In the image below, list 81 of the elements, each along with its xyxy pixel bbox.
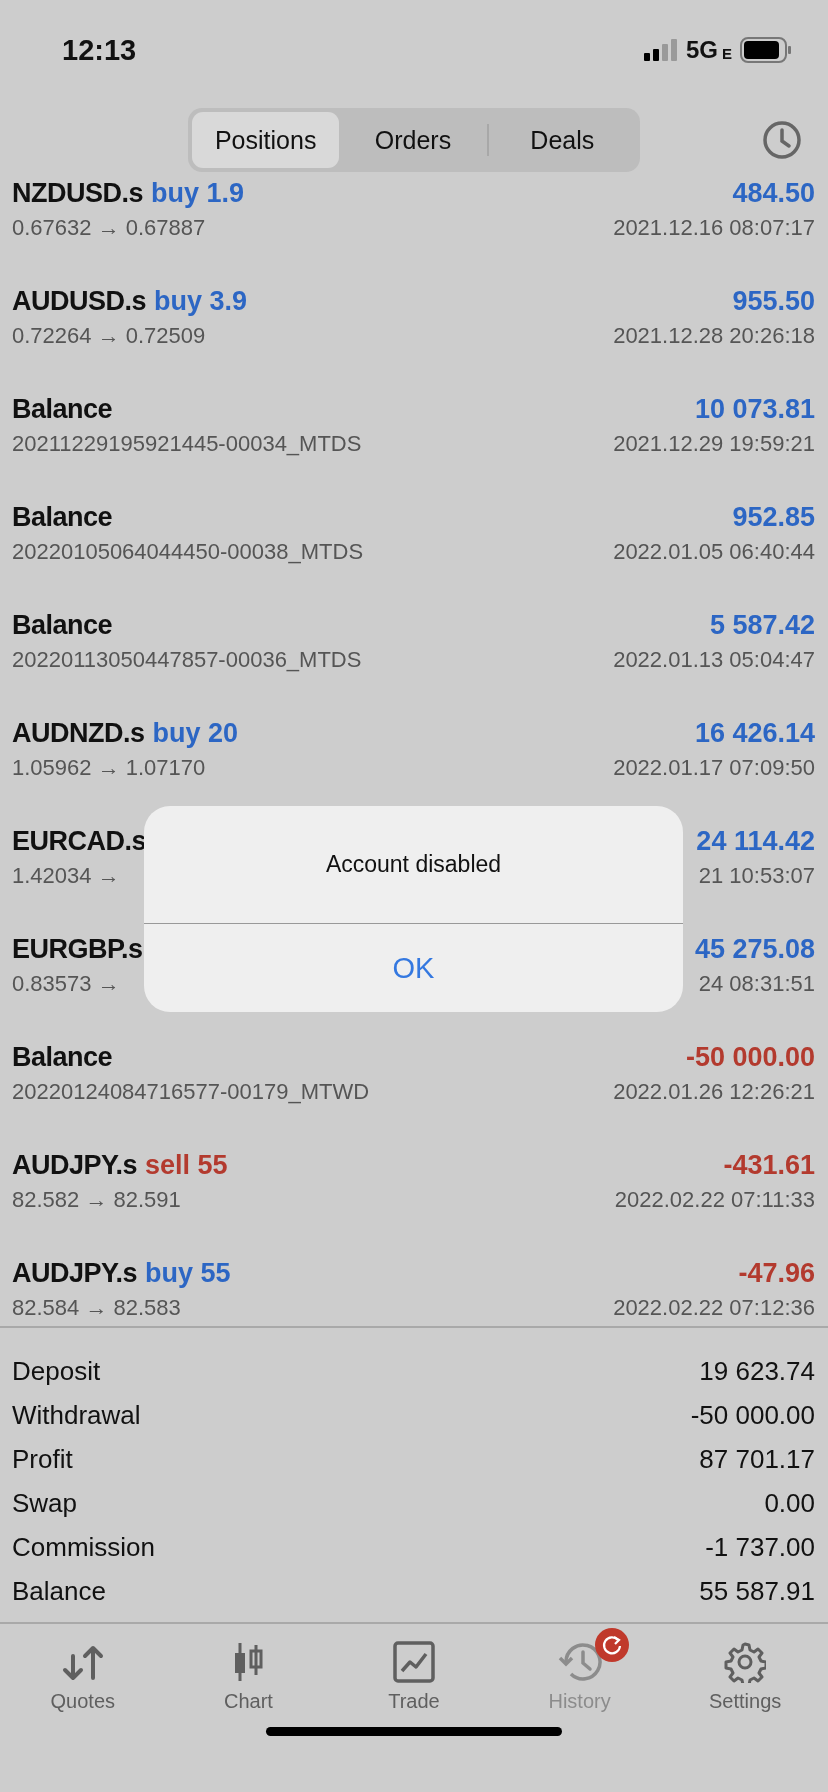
detail-text: 82.584 → 82.583 <box>12 1294 181 1321</box>
amount-value: 10 073.81 <box>694 393 815 425</box>
time-text: 21 10:53:07 <box>698 862 815 889</box>
detail-text: 0.72264 → 0.72509 <box>12 322 206 349</box>
symbol-label: Balance <box>12 609 113 641</box>
summary-label: Commission <box>12 1531 156 1563</box>
time-text: 2022.02.22 07:12:36 <box>613 1294 815 1321</box>
amount-value: 24 114.42 <box>696 825 815 857</box>
segment-tab[interactable]: Positions <box>192 112 340 168</box>
amount-value: 45 275.08 <box>694 933 815 965</box>
segment-tab[interactable]: Deals <box>488 112 636 168</box>
symbol-label: EURCAD.s <box>12 825 147 857</box>
clock-icon[interactable] <box>762 120 802 160</box>
detail-text: 0.67632 → 0.67887 <box>12 214 206 241</box>
symbol-label: Balance <box>12 1041 113 1073</box>
tab-bar-item[interactable]: Trade <box>331 1626 497 1717</box>
amount-value: -47.96 <box>738 1257 815 1289</box>
history-icon <box>556 1641 603 1683</box>
summary-label: Deposit <box>12 1355 101 1387</box>
symbol-label: NZDUSD.s <box>12 177 143 209</box>
amount-value: 484.50 <box>732 177 815 209</box>
summary-value: 19 623.74 <box>699 1355 815 1387</box>
detail-text: 0.83573 → <box>12 970 120 997</box>
trade-action: buy 3.9 <box>154 285 248 317</box>
tab-bar-item[interactable]: History <box>496 1626 663 1717</box>
time-text: 2021.12.16 08:07:17 <box>613 214 815 241</box>
line-chart-icon <box>393 1641 435 1683</box>
detail-text: 20220105064044450-00038_MTDS <box>12 538 364 565</box>
summary-label: Withdrawal <box>12 1399 141 1431</box>
amount-value: 16 426.14 <box>694 717 815 749</box>
symbol-label: AUDJPY.s <box>12 1257 138 1289</box>
detail-text: 20220113050447857-00036_MTDS <box>12 646 362 673</box>
time-text: 2022.01.13 05:04:47 <box>613 646 815 673</box>
summary-value: 0.00 <box>764 1487 815 1519</box>
summary-value: -50 000.00 <box>690 1399 815 1431</box>
summary-label: Balance <box>12 1575 106 1607</box>
time-text: 2021.12.28 20:26:18 <box>613 322 815 349</box>
time-text: 2022.01.05 06:40:44 <box>613 538 815 565</box>
symbol-label: EURGBP.s <box>12 933 143 965</box>
trade-action: buy 55 <box>145 1257 231 1289</box>
symbol-label: Balance <box>12 501 113 533</box>
detail-text: 1.05962 → 1.07170 <box>12 754 206 781</box>
dialog-message: Account disabled <box>144 806 683 924</box>
status-time: 12:13 <box>62 33 137 67</box>
tab-bar-item[interactable]: Quotes <box>0 1626 166 1717</box>
time-text: 24 08:31:51 <box>698 970 815 997</box>
trade-action: buy 1.9 <box>151 177 245 209</box>
summary-value: -1 737.00 <box>705 1531 815 1563</box>
trade-action: sell 55 <box>145 1149 228 1181</box>
symbol-label: AUDUSD.s <box>12 285 147 317</box>
detail-text: 20220124084716577-00179_MTWD <box>12 1078 370 1105</box>
symbol-label: AUDJPY.s <box>12 1149 138 1181</box>
segment-tab[interactable]: Orders <box>339 112 487 168</box>
symbol-label: AUDNZD.s <box>12 717 145 749</box>
settings-icon <box>724 1641 767 1683</box>
amount-value: -50 000.00 <box>685 1041 815 1073</box>
candlestick-icon <box>232 1641 265 1683</box>
tab-bar-item[interactable]: Settings <box>662 1626 828 1717</box>
detail-text: 1.42034 → <box>12 862 120 889</box>
signal-icon <box>643 39 678 61</box>
time-text: 2021.12.29 19:59:21 <box>613 430 815 457</box>
detail-text: 82.582 → 82.591 <box>12 1186 181 1213</box>
summary-value: 87 701.17 <box>699 1443 815 1475</box>
time-text: 2022.01.17 07:09:50 <box>613 754 815 781</box>
summary-value: 55 587.91 <box>699 1575 815 1607</box>
trade-action: buy 20 <box>152 717 239 749</box>
network-suffix: E <box>722 44 732 62</box>
amount-value: 955.50 <box>732 285 815 317</box>
ok-button[interactable]: OK <box>144 924 683 1012</box>
summary-label: Swap <box>12 1487 78 1519</box>
battery-icon <box>740 37 792 63</box>
time-text: 2022.01.26 12:26:21 <box>613 1078 815 1105</box>
network-label: 5G <box>685 36 718 64</box>
amount-value: -431.61 <box>723 1149 815 1181</box>
time-text: 2022.02.22 07:11:33 <box>614 1186 815 1213</box>
summary-label: Profit <box>12 1443 73 1475</box>
tab-bar-item[interactable]: Chart <box>165 1626 332 1717</box>
detail-text: 20211229195921445-00034_MTDS <box>12 430 362 457</box>
amount-value: 5 587.42 <box>709 609 815 641</box>
symbol-label: Balance <box>12 393 113 425</box>
amount-value: 952.85 <box>732 501 815 533</box>
